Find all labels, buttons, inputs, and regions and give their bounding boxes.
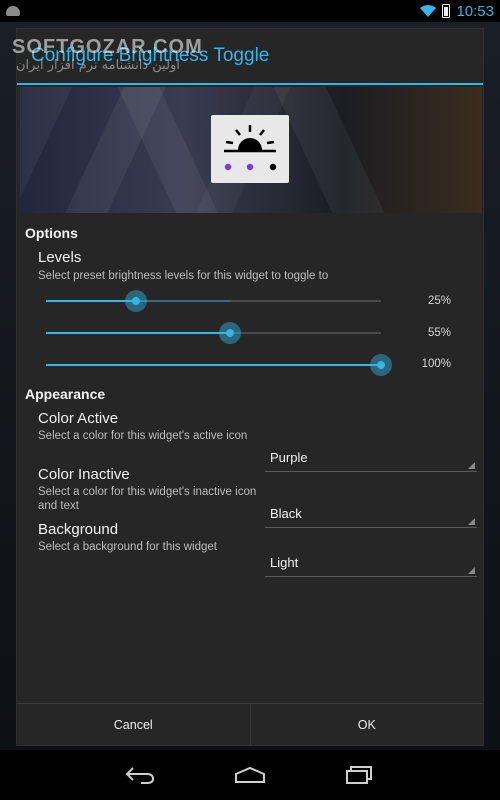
widget-preview bbox=[20, 87, 482, 213]
back-icon bbox=[125, 767, 155, 784]
color-active-value: Purple bbox=[270, 450, 308, 465]
recents-button[interactable] bbox=[340, 760, 380, 790]
level-dot-3 bbox=[269, 163, 277, 171]
status-left bbox=[6, 6, 20, 16]
slider-thumb[interactable] bbox=[370, 354, 392, 376]
home-icon bbox=[235, 766, 265, 783]
slider-fill bbox=[46, 332, 231, 334]
wifi-icon bbox=[420, 5, 437, 17]
color-inactive-select[interactable]: Black bbox=[265, 502, 477, 528]
section-options: Options bbox=[25, 225, 78, 241]
slider-fill bbox=[46, 300, 137, 302]
background-summary: Select a background for this widget bbox=[38, 541, 217, 553]
home-button[interactable] bbox=[230, 760, 270, 790]
battery-icon bbox=[442, 4, 451, 18]
section-appearance: Appearance bbox=[25, 386, 106, 402]
widget-preview-box bbox=[211, 115, 289, 183]
level-dot-1 bbox=[224, 163, 232, 171]
slider-thumb[interactable] bbox=[125, 290, 148, 312]
status-right: 10:53 bbox=[420, 3, 494, 20]
background-select[interactable]: Light bbox=[265, 551, 477, 577]
level-slider-3[interactable] bbox=[46, 353, 392, 377]
level-slider-2[interactable] bbox=[46, 321, 381, 345]
levels-summary: Select preset brightness levels for this… bbox=[38, 270, 329, 282]
color-active-title: Color Active bbox=[38, 410, 119, 427]
dialog-header: Configure Brightness Toggle bbox=[17, 29, 483, 85]
navigation-bar bbox=[0, 750, 500, 800]
color-inactive-summary: Select a color for this widget's inactiv… bbox=[38, 486, 257, 512]
ok-button[interactable]: OK bbox=[249, 704, 484, 745]
recents-icon bbox=[346, 766, 372, 784]
level-value-1: 25% bbox=[427, 295, 451, 307]
color-active-select[interactable]: Purple bbox=[265, 446, 477, 472]
status-clock: 10:53 bbox=[456, 2, 494, 20]
level-slider-1[interactable] bbox=[46, 289, 381, 313]
slider-thumb[interactable] bbox=[219, 322, 242, 344]
dropdown-arrow-icon bbox=[468, 567, 475, 574]
configure-dialog: Configure Brightness Toggle Options Leve… bbox=[16, 28, 484, 746]
color-inactive-title: Color Inactive bbox=[38, 466, 130, 483]
level-dot-2 bbox=[246, 163, 254, 171]
dialog-title: Configure Brightness Toggle bbox=[31, 45, 270, 66]
level-value-3: 100% bbox=[421, 358, 451, 370]
dropdown-arrow-icon bbox=[468, 518, 475, 525]
android-notification-icon bbox=[6, 6, 20, 16]
status-bar: 10:53 bbox=[0, 0, 500, 22]
cancel-button[interactable]: Cancel bbox=[17, 704, 250, 745]
level-value-2: 55% bbox=[427, 327, 451, 339]
background-value: Light bbox=[270, 555, 299, 570]
background-title: Background bbox=[38, 521, 119, 538]
back-button[interactable] bbox=[120, 760, 160, 790]
slider-fill bbox=[46, 364, 381, 366]
levels-title: Levels bbox=[38, 249, 82, 266]
dropdown-arrow-icon bbox=[468, 462, 475, 469]
color-active-summary: Select a color for this widget's active … bbox=[38, 430, 248, 442]
color-inactive-value: Black bbox=[270, 506, 302, 521]
dialog-button-bar: Cancel OK bbox=[17, 703, 483, 745]
sun-brightness-icon bbox=[224, 125, 277, 171]
